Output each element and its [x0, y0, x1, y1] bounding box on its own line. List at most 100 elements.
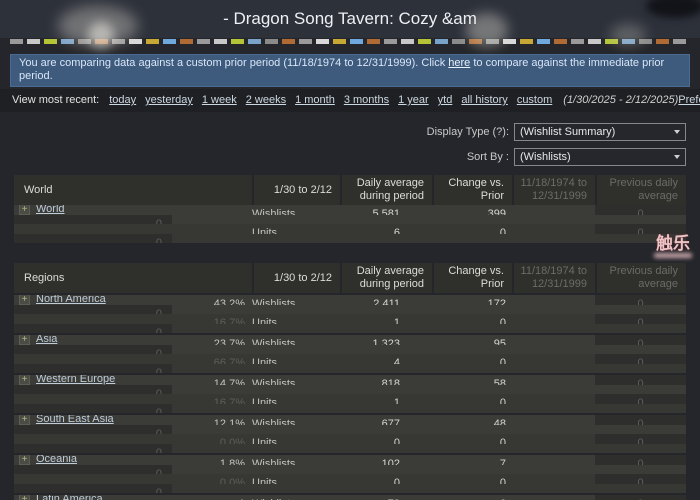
value-change	[512, 335, 595, 345]
value-prev-daily: 0	[14, 483, 172, 493]
value-prior: 0	[595, 474, 686, 484]
display-type-value: (Wishlist Summary)	[520, 126, 616, 138]
date-range-bar: View most recent: today yesterday 1 week…	[0, 89, 700, 112]
metric-label: Wishlists	[252, 495, 340, 500]
value-prev-daily: 0	[14, 323, 172, 333]
display-type-label: Display Type (?):	[426, 126, 509, 138]
row-name-cell	[14, 224, 172, 234]
value-daily-avg: 0	[499, 357, 506, 364]
expand-icon[interactable]	[19, 375, 30, 385]
value-period: 1	[393, 317, 400, 324]
range-link-1year[interactable]: 1 year	[398, 94, 429, 106]
value-prev-daily: 0	[14, 464, 172, 474]
value-change	[512, 205, 595, 215]
value-daily-avg: 48	[493, 418, 506, 425]
row-name-cell: Oceania	[14, 455, 172, 465]
metric-label: Wishlists	[252, 338, 296, 345]
row-name-cell: South East Asia	[14, 415, 172, 425]
region-link[interactable]: Oceania	[36, 455, 77, 465]
pct-cell	[172, 205, 252, 215]
value-daily-avg: 0	[499, 397, 506, 404]
range-link-custom[interactable]: custom	[517, 94, 552, 106]
value-prev-daily: 0	[14, 443, 172, 453]
value-change	[512, 394, 595, 404]
value-prev-daily: 0	[14, 304, 172, 314]
range-link-allhistory[interactable]: all history	[461, 94, 507, 106]
value-change	[512, 434, 595, 444]
comparison-notice: You are comparing data against a custom …	[10, 54, 690, 87]
current-date-range: (1/30/2025 - 2/12/2025)	[563, 94, 679, 106]
expand-icon[interactable]	[19, 335, 30, 345]
col-header-prev-daily: Previous daily average	[595, 175, 686, 205]
value-prior: 0	[595, 495, 686, 500]
value-prior: 0	[595, 415, 686, 425]
value-change	[512, 415, 595, 425]
region-link[interactable]: North America	[36, 295, 106, 305]
value-prev-daily: 0	[14, 363, 172, 373]
value-period: 4	[393, 357, 400, 364]
row-name-cell	[14, 474, 172, 484]
sort-by-label: Sort By :	[466, 151, 509, 163]
expand-icon[interactable]	[19, 415, 30, 425]
value-daily-avg: 58	[493, 378, 506, 385]
row-name-cell	[14, 314, 172, 324]
pct-cell: 1	[172, 495, 252, 500]
range-link-yesterday[interactable]: yesterday	[145, 94, 193, 106]
value-period: 0	[393, 437, 400, 444]
expand-icon[interactable]	[19, 205, 30, 215]
value-daily-avg: 399	[487, 208, 506, 215]
region-group-asia: Asia 23.7% Wishlists 1,323 95 0 0 66.7% …	[14, 335, 686, 373]
table-row: 0.0% Units 0 0 0 0	[14, 434, 686, 453]
value-prev-daily: 0	[14, 424, 172, 434]
pct-cell: 12.1%	[213, 418, 245, 425]
col-header-daily-avg: Daily average during period	[340, 263, 432, 293]
table-row: North America 43.2% Wishlists 2,411 172 …	[14, 295, 686, 314]
region-link[interactable]: Latin America	[36, 495, 103, 500]
table-row: World Wishlists 5,581 399 0 0	[14, 205, 686, 224]
pct-cell: 14.7%	[213, 378, 245, 385]
range-link-1week[interactable]: 1 week	[202, 94, 237, 106]
value-change	[512, 224, 595, 234]
expand-icon[interactable]	[19, 455, 30, 465]
value-prior: 0	[595, 314, 686, 324]
table-row: Asia 23.7% Wishlists 1,323 95 0 0	[14, 335, 686, 354]
range-link-today[interactable]: today	[109, 94, 136, 106]
watermark-subtext	[654, 253, 692, 258]
col-header-change: Change vs. Prior	[432, 263, 512, 293]
pct-cell: 16.7%	[213, 317, 245, 324]
expand-icon[interactable]	[19, 295, 30, 305]
expand-icon[interactable]	[19, 495, 30, 500]
preferences-link[interactable]: Preferences	[678, 94, 700, 106]
regions-table-title: Regions	[24, 271, 65, 284]
row-name-cell: World	[14, 205, 172, 215]
table-row: 16.7% Units 1 0 0 0	[14, 314, 686, 333]
sort-by-value: (Wishlists)	[520, 151, 571, 163]
region-group-north-america: North America 43.2% Wishlists 2,411 172 …	[14, 295, 686, 333]
range-link-2weeks[interactable]: 2 weeks	[246, 94, 286, 106]
region-link[interactable]: South East Asia	[36, 415, 114, 425]
regions-table-header: Regions 1/30 to 2/12 Daily average durin…	[14, 263, 686, 293]
world-link[interactable]: World	[36, 205, 65, 215]
compare-here-link[interactable]: here	[448, 57, 470, 69]
region-link[interactable]: Asia	[36, 335, 57, 345]
value-change	[512, 495, 595, 500]
region-group-oceania: Oceania 1.8% Wishlists 102 7 0 0 0.0% Un…	[14, 455, 686, 493]
metric-label: Wishlists	[252, 418, 296, 425]
value-period: 1	[393, 397, 400, 404]
table-row: Oceania 1.8% Wishlists 102 7 0 0	[14, 455, 686, 474]
range-link-ytd[interactable]: ytd	[438, 94, 453, 106]
row-name-cell	[14, 394, 172, 404]
metric-label: Wishlists	[252, 378, 296, 385]
notice-text: You are comparing data against a custom …	[19, 57, 449, 69]
value-prior: 0	[595, 455, 686, 465]
value-change	[512, 455, 595, 465]
value-period: 1,323	[372, 338, 400, 345]
value-prior: 0	[595, 394, 686, 404]
range-link-1month[interactable]: 1 month	[295, 94, 335, 106]
region-link[interactable]: Western Europe	[36, 375, 115, 385]
display-type-select[interactable]: (Wishlist Summary)	[514, 123, 686, 141]
range-link-3months[interactable]: 3 months	[344, 94, 389, 106]
pct-cell: 1.8%	[219, 458, 245, 465]
sort-by-select[interactable]: (Wishlists)	[514, 148, 686, 166]
table-row: 16.7% Units 1 0 0 0	[14, 394, 686, 413]
